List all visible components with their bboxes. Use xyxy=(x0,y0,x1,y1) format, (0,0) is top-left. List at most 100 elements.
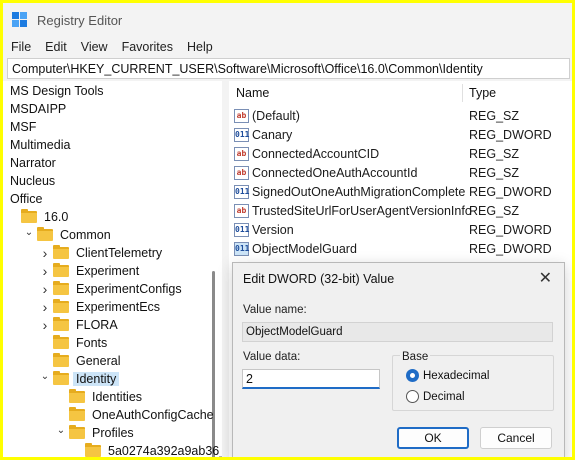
tree-item[interactable]: Identities xyxy=(55,388,145,406)
tree-item[interactable]: › ClientTelemetry xyxy=(39,244,165,262)
value-row[interactable]: 011 ObjectModelGuard REG_DWORD xyxy=(229,239,572,258)
decimal-option[interactable]: Decimal xyxy=(406,390,465,403)
hexadecimal-radio[interactable] xyxy=(406,369,419,382)
close-icon[interactable]: ✕ xyxy=(539,268,552,288)
tree-item[interactable]: OneAuthConfigCache xyxy=(55,406,217,424)
value-row[interactable]: ab TrustedSiteUrlForUserAgentVersionInfo R… xyxy=(229,201,572,220)
tree-item[interactable]: 16.0 xyxy=(7,208,71,226)
tree-item[interactable]: Nucleus xyxy=(7,172,58,190)
tree-item-label: 5a0274a392a9ab36_Li xyxy=(108,444,222,457)
folder-icon xyxy=(69,425,85,439)
tree-item[interactable]: Multimedia xyxy=(7,136,73,154)
value-row[interactable]: 011 Canary REG_DWORD xyxy=(229,125,572,144)
pane-splitter[interactable] xyxy=(222,81,229,457)
chevron-down-icon[interactable]: ⌄ xyxy=(23,226,35,238)
string-value-icon: ab xyxy=(234,203,249,218)
binary-value-icon: 011 xyxy=(234,184,249,199)
ok-button[interactable]: OK xyxy=(397,427,469,449)
tree-item[interactable]: MSF xyxy=(7,118,39,136)
tree-item-label: ClientTelemetry xyxy=(76,246,163,260)
folder-icon xyxy=(53,317,69,331)
chevron-down-icon[interactable]: ⌄ xyxy=(39,370,51,382)
tree-item-label: Multimedia xyxy=(10,138,71,152)
tree-item[interactable]: General xyxy=(39,352,123,370)
tree-item[interactable]: Narrator xyxy=(7,154,59,172)
value-type: REG_DWORD xyxy=(469,241,552,256)
value-name-field: ObjectModelGuard xyxy=(242,322,553,342)
app-window: Registry Editor File Edit View Favorites… xyxy=(0,0,575,460)
menu-help[interactable]: Help xyxy=(187,40,213,54)
value-type: REG_DWORD xyxy=(469,222,552,237)
tree-item[interactable]: Fonts xyxy=(39,334,110,352)
chevron-right-icon[interactable]: › xyxy=(39,317,51,333)
menu-view[interactable]: View xyxy=(81,40,108,54)
tree-item[interactable]: ⌄ Common xyxy=(23,226,114,244)
cancel-button[interactable]: Cancel xyxy=(480,427,552,449)
tree-item[interactable]: › Experiment xyxy=(39,262,142,280)
tree-item[interactable]: ⌄ Identity xyxy=(39,370,120,388)
column-header-type[interactable]: Type xyxy=(469,86,496,100)
tree-item-label: Identities xyxy=(92,390,143,404)
tree-item[interactable]: › ExperimentConfigs xyxy=(39,280,185,298)
folder-icon xyxy=(53,299,69,313)
address-bar[interactable]: Computer\HKEY_CURRENT_USER\Software\Micr… xyxy=(7,58,570,79)
tree-item[interactable]: Office xyxy=(7,190,45,208)
tree-item[interactable]: 5a0274a392a9ab36_Li xyxy=(71,442,222,457)
base-group-label: Base xyxy=(400,351,431,363)
window-title: Registry Editor xyxy=(37,12,123,28)
string-value-icon: ab xyxy=(234,146,249,161)
tree-item-label: General xyxy=(76,354,121,368)
tree-scrollbar-thumb[interactable] xyxy=(212,271,215,457)
value-row[interactable]: ab ConnectedAccountCID REG_SZ xyxy=(229,144,572,163)
value-row[interactable]: 011 Version REG_DWORD xyxy=(229,220,572,239)
value-type: REG_SZ xyxy=(469,146,520,161)
value-name: (Default) xyxy=(252,108,300,123)
value-name: TrustedSiteUrlForUserAgentVersionInfo xyxy=(252,203,472,218)
binary-value-icon: 011 xyxy=(234,241,249,256)
chevron-down-icon[interactable]: ⌄ xyxy=(55,424,67,436)
column-divider[interactable] xyxy=(462,84,463,102)
tree-item-label: ExperimentEcs xyxy=(76,300,161,314)
tree-item[interactable]: › FLORA xyxy=(39,316,121,334)
folder-icon xyxy=(37,227,53,241)
list-header: Name Type xyxy=(229,81,572,105)
value-row[interactable]: ab ConnectedOneAuthAccountId REG_SZ xyxy=(229,163,572,182)
title-bar: Registry Editor xyxy=(3,3,572,37)
tree-item-label: FLORA xyxy=(76,318,118,332)
folder-icon xyxy=(69,389,85,403)
tree-item[interactable]: MSDAIPP xyxy=(7,100,69,118)
chevron-right-icon[interactable]: › xyxy=(39,299,51,315)
tree-item-label: 16.0 xyxy=(44,210,69,224)
tree-item-label: Fonts xyxy=(76,336,108,350)
folder-icon xyxy=(69,407,85,421)
tree-item[interactable]: › ExperimentEcs xyxy=(39,298,163,316)
folder-icon xyxy=(85,443,101,457)
tree-item-label: Common xyxy=(60,228,111,242)
menu-edit[interactable]: Edit xyxy=(45,40,67,54)
value-row[interactable]: 011 SignedOutOneAuthMigrationComplete REG_… xyxy=(229,182,572,201)
tree-item[interactable]: ⌄ Profiles xyxy=(55,424,137,442)
menu-file[interactable]: File xyxy=(11,40,31,54)
folder-icon xyxy=(53,245,69,259)
hexadecimal-option[interactable]: Hexadecimal xyxy=(406,369,489,382)
folder-icon xyxy=(53,371,69,385)
value-name: ObjectModelGuard xyxy=(252,241,357,256)
decimal-label: Decimal xyxy=(423,390,465,403)
chevron-right-icon[interactable]: › xyxy=(39,281,51,297)
string-value-icon: ab xyxy=(234,165,249,180)
value-data-input[interactable]: 2 xyxy=(242,369,380,389)
tree-item[interactable]: MS Design Tools xyxy=(7,82,107,100)
value-data-label: Value data: xyxy=(243,351,301,363)
chevron-right-icon[interactable]: › xyxy=(39,245,51,261)
decimal-radio[interactable] xyxy=(406,390,419,403)
column-header-name[interactable]: Name xyxy=(236,86,269,100)
folder-icon xyxy=(21,209,37,223)
menu-favorites[interactable]: Favorites xyxy=(122,40,173,54)
value-row[interactable]: ab (Default) REG_SZ xyxy=(229,106,572,125)
dialog-title: Edit DWORD (32-bit) Value xyxy=(243,272,395,286)
chevron-right-icon[interactable]: › xyxy=(39,263,51,279)
